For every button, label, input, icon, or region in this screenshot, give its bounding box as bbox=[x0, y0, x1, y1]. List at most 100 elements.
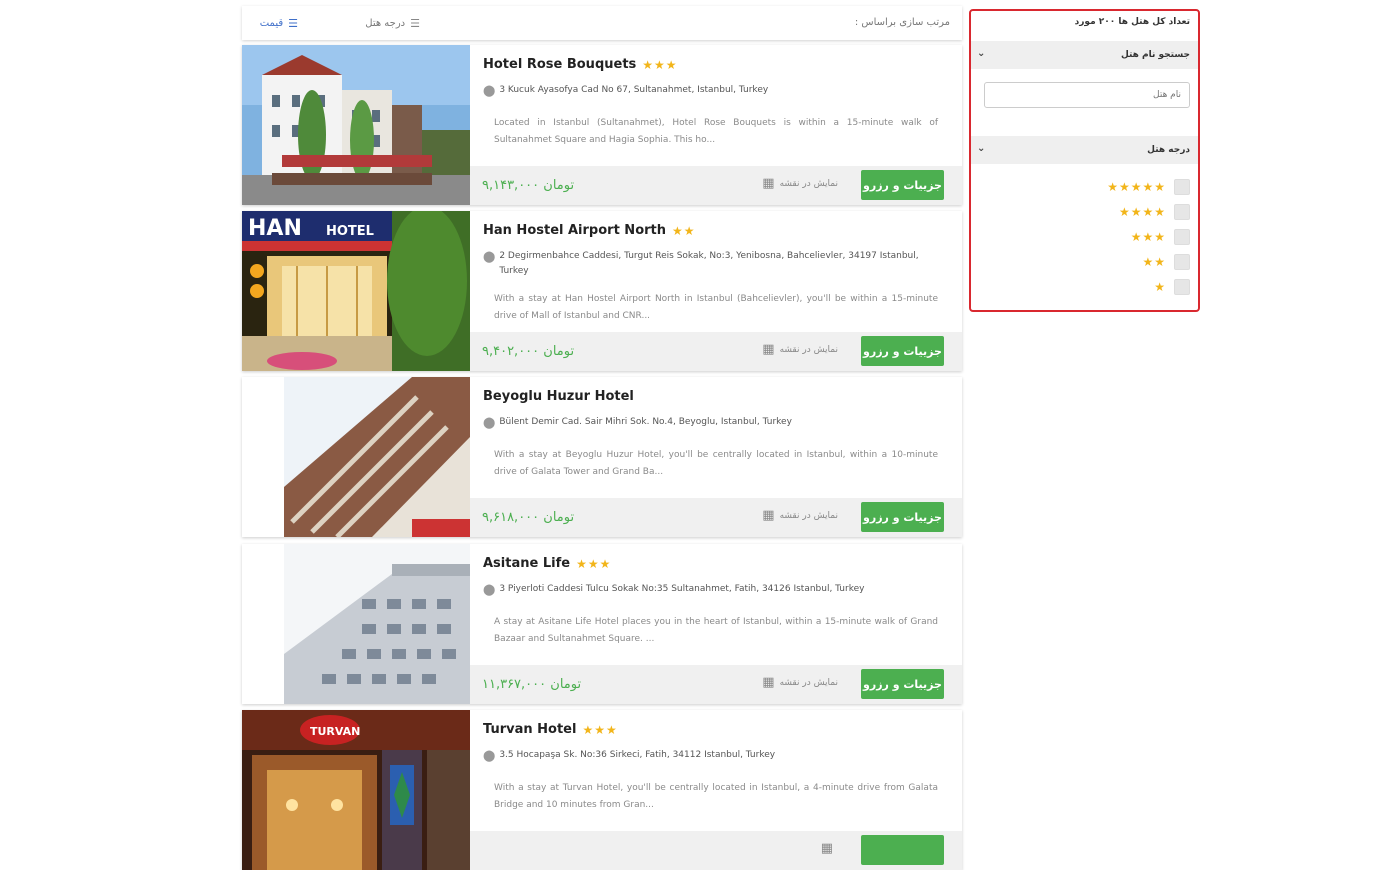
hotel-footer: ۹,۱۴۳,۰۰۰ تومان نمایش در نقشه ▦ جزییات و… bbox=[470, 166, 962, 205]
details-book-button[interactable]: جزییات و رزرو bbox=[861, 669, 944, 699]
hotel-info: Turvan Hotel ★★★ ⬤ 3.5 Hocapaşa Sk. No:3… bbox=[470, 710, 962, 831]
hotel-card: HAN HOTEL Han Hostel Airport North ★★ ⬤ … bbox=[242, 211, 962, 371]
details-book-button[interactable]: جزییات و رزرو bbox=[861, 502, 944, 532]
hotel-address: 3.5 Hocapaşa Sk. No:36 Sirkeci, Fatih, 3… bbox=[499, 750, 776, 760]
location-pin-icon: ⬤ bbox=[483, 749, 496, 762]
map-icon: ▦ bbox=[820, 841, 833, 856]
hotel-stars: ★★★ bbox=[582, 722, 618, 737]
sort-by-price[interactable]: ☰ قیمت bbox=[260, 17, 298, 30]
hotel-stars: ★★★ bbox=[642, 57, 678, 72]
hotel-name[interactable]: Turvan Hotel bbox=[483, 722, 576, 737]
hotel-footer: ۹,۴۰۲,۰۰۰ تومان نمایش در نقشه ▦ جزییات و… bbox=[470, 332, 962, 371]
hotel-price: ۹,۱۴۳,۰۰۰ تومان bbox=[482, 178, 575, 193]
hotel-photo[interactable] bbox=[242, 377, 470, 537]
hotel-address: 3 Piyerloti Caddesi Tulcu Sokak No:35 Su… bbox=[499, 584, 865, 594]
star-filter-option-2[interactable]: ★★ bbox=[1142, 253, 1190, 271]
star-checkbox[interactable] bbox=[1174, 204, 1190, 220]
location-pin-icon: ⬤ bbox=[483, 84, 496, 97]
star-checkbox[interactable] bbox=[1174, 279, 1190, 295]
show-on-map-link[interactable]: نمایش در نقشه ▦ bbox=[762, 176, 838, 191]
show-on-map-link[interactable]: نمایش در نقشه ▦ bbox=[762, 675, 838, 690]
map-icon: ▦ bbox=[762, 342, 775, 357]
hotel-name-search-input[interactable] bbox=[984, 82, 1190, 108]
hotel-name[interactable]: Han Hostel Airport North bbox=[483, 223, 666, 238]
sort-by-stars[interactable]: ☰ درجه هتل bbox=[365, 17, 420, 30]
sort-lines-icon: ☰ bbox=[288, 17, 298, 30]
sort-bar: مرتب سازی براساس : ☰ درجه هتل ☰ قیمت bbox=[242, 6, 962, 40]
map-icon: ▦ bbox=[762, 675, 775, 690]
hotel-card: Hotel Rose Bouquets ★★★ ⬤ 3 Kucuk Ayasof… bbox=[242, 45, 962, 205]
hotel-description: A stay at Asitane Life Hotel places you … bbox=[494, 617, 938, 644]
hotel-address: 3 Kucuk Ayasofya Cad No 67, Sultanahmet,… bbox=[499, 85, 769, 95]
star-option-stars: ★★★★★ bbox=[1107, 180, 1166, 194]
hotel-card: Beyoglu Huzur Hotel ⬤ Bülent Demir Cad. … bbox=[242, 377, 962, 537]
hotel-footer: ▦ bbox=[470, 831, 962, 870]
chevron-down-icon: ⌄ bbox=[977, 48, 986, 59]
show-on-map-link[interactable]: نمایش در نقشه ▦ bbox=[762, 342, 838, 357]
sort-by-price-label: قیمت bbox=[259, 18, 284, 29]
location-pin-icon: ⬤ bbox=[483, 250, 496, 263]
chevron-down-icon: ⌄ bbox=[977, 143, 986, 154]
hotel-address: 2 Degirmenbahce Caddesi, Turgut Reis Sok… bbox=[499, 251, 919, 276]
star-option-stars: ★★★★ bbox=[1118, 205, 1166, 219]
svg-text:TURVAN: TURVAN bbox=[310, 725, 360, 738]
hotel-description: With a stay at Han Hostel Airport North … bbox=[494, 294, 938, 321]
show-on-map-label: نمایش در نقشه bbox=[779, 677, 838, 688]
svg-text:HAN: HAN bbox=[248, 216, 302, 241]
hotel-stars: ★★ bbox=[672, 223, 696, 238]
hotel-info: Asitane Life ★★★ ⬤ 3 Piyerloti Caddesi T… bbox=[470, 544, 962, 665]
show-on-map-label: نمایش در نقشه bbox=[779, 344, 838, 355]
hotel-photo[interactable] bbox=[242, 45, 470, 205]
hotel-name-filter-title: جستجو نام هتل bbox=[1120, 50, 1190, 60]
hotel-name-filter-header[interactable]: جستجو نام هتل ⌄ bbox=[971, 41, 1198, 69]
total-hotels-count: تعداد کل هتل ها ۲۰۰ مورد bbox=[1074, 17, 1190, 27]
star-option-stars: ★ bbox=[1154, 280, 1166, 294]
hotel-name[interactable]: Beyoglu Huzur Hotel bbox=[483, 389, 634, 404]
hotel-description: Located in Istanbul (Sultanahmet), Hotel… bbox=[494, 118, 938, 145]
details-book-button[interactable]: جزییات و رزرو bbox=[861, 170, 944, 200]
hotel-info: Hotel Rose Bouquets ★★★ ⬤ 3 Kucuk Ayasof… bbox=[470, 45, 962, 166]
hotel-name[interactable]: Hotel Rose Bouquets bbox=[483, 57, 636, 72]
star-option-stars: ★★ bbox=[1142, 255, 1166, 269]
svg-text:HOTEL: HOTEL bbox=[326, 224, 374, 239]
hotel-photo[interactable]: TURVAN bbox=[242, 710, 470, 870]
sort-by-stars-label: درجه هتل bbox=[365, 18, 406, 29]
map-icon: ▦ bbox=[762, 508, 775, 523]
star-checkbox[interactable] bbox=[1174, 254, 1190, 270]
sort-label: مرتب سازی براساس : bbox=[854, 17, 950, 28]
show-on-map-label: نمایش در نقشه bbox=[779, 178, 838, 189]
hotel-price: ۹,۶۱۸,۰۰۰ تومان bbox=[482, 510, 575, 525]
hotel-footer: ۹,۶۱۸,۰۰۰ تومان نمایش در نقشه ▦ جزییات و… bbox=[470, 498, 962, 537]
star-filter-option-1[interactable]: ★ bbox=[1154, 278, 1190, 296]
sort-lines-icon: ☰ bbox=[410, 17, 420, 30]
hotel-price: ۹,۴۰۲,۰۰۰ تومان bbox=[482, 344, 575, 359]
details-book-button[interactable]: جزییات و رزرو bbox=[861, 336, 944, 366]
details-book-button[interactable] bbox=[861, 835, 944, 865]
show-on-map-link[interactable]: ▦ bbox=[821, 841, 838, 856]
star-checkbox[interactable] bbox=[1174, 229, 1190, 245]
location-pin-icon: ⬤ bbox=[483, 416, 496, 429]
star-filter-option-3[interactable]: ★★★ bbox=[1131, 228, 1190, 246]
hotel-name[interactable]: Asitane Life bbox=[483, 556, 570, 571]
hotel-stars: ★★★ bbox=[576, 556, 612, 571]
hotel-photo[interactable]: HAN HOTEL bbox=[242, 211, 470, 371]
hotel-info: Beyoglu Huzur Hotel ⬤ Bülent Demir Cad. … bbox=[470, 377, 962, 498]
star-filter-option-5[interactable]: ★★★★★ bbox=[1107, 178, 1190, 196]
hotel-card: TURVAN Turvan Hotel ★★★ ⬤ 3.5 Hocapaşa S… bbox=[242, 710, 962, 870]
map-icon: ▦ bbox=[762, 176, 775, 191]
hotel-info: Han Hostel Airport North ★★ ⬤ 2 Degirmen… bbox=[470, 211, 962, 332]
hotel-description: With a stay at Beyoglu Huzur Hotel, you'… bbox=[494, 450, 938, 477]
hotel-footer: ۱۱,۳۶۷,۰۰۰ تومان نمایش در نقشه ▦ جزییات … bbox=[470, 665, 962, 704]
filter-panel: تعداد کل هتل ها ۲۰۰ مورد جستجو نام هتل ⌄… bbox=[969, 9, 1200, 312]
hotel-stars-filter-header[interactable]: درجه هتل ⌄ bbox=[971, 136, 1198, 164]
hotel-card: Asitane Life ★★★ ⬤ 3 Piyerloti Caddesi T… bbox=[242, 544, 962, 704]
star-option-stars: ★★★ bbox=[1130, 230, 1166, 244]
show-on-map-link[interactable]: نمایش در نقشه ▦ bbox=[762, 508, 838, 523]
show-on-map-label: نمایش در نقشه bbox=[779, 510, 838, 521]
star-filter-option-4[interactable]: ★★★★ bbox=[1119, 203, 1190, 221]
hotel-photo[interactable] bbox=[242, 544, 470, 704]
star-checkbox[interactable] bbox=[1174, 179, 1190, 195]
hotel-description: With a stay at Turvan Hotel, you'll be c… bbox=[494, 783, 938, 810]
hotel-address: Bülent Demir Cad. Sair Mihri Sok. No.4, … bbox=[499, 417, 792, 427]
location-pin-icon: ⬤ bbox=[483, 583, 496, 596]
